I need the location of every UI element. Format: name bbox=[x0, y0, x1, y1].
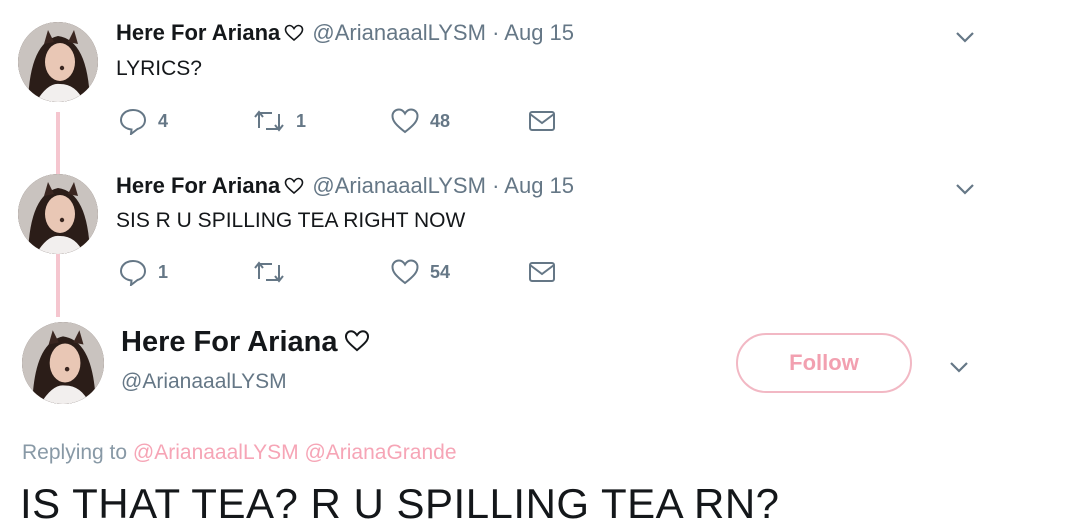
display-name[interactable]: Here For Ariana bbox=[116, 20, 280, 45]
retweet-button[interactable] bbox=[252, 257, 296, 287]
retweet-icon bbox=[254, 110, 284, 132]
reply-button[interactable]: 4 bbox=[118, 106, 168, 136]
chevron-down-icon[interactable] bbox=[954, 182, 976, 196]
tweet-header: Here For Ariana @ArianaaalLYSM · Aug 15 bbox=[116, 173, 574, 199]
separator-dot: · bbox=[492, 173, 500, 198]
mention-link[interactable]: @ArianaaalLYSM bbox=[133, 441, 299, 464]
tweet-date[interactable]: Aug 15 bbox=[504, 20, 574, 45]
heart-icon bbox=[391, 108, 419, 134]
retweet-button[interactable]: 1 bbox=[252, 106, 306, 136]
mention-link[interactable]: @ArianaGrande bbox=[304, 441, 456, 464]
heart-icon bbox=[391, 259, 419, 285]
reply-count: 4 bbox=[158, 110, 169, 131]
separator-dot: · bbox=[492, 20, 500, 45]
tweet-actions: 4 1 48 bbox=[118, 106, 558, 136]
replying-to: Replying to @ArianaaalLYSM @ArianaGrande bbox=[22, 441, 457, 465]
retweet-icon bbox=[254, 261, 284, 283]
tweet-date[interactable]: Aug 15 bbox=[504, 173, 574, 198]
avatar-image bbox=[18, 174, 98, 254]
like-button[interactable]: 48 bbox=[390, 106, 450, 136]
reply-button[interactable]: 1 bbox=[118, 257, 168, 287]
display-name[interactable]: Here For Ariana bbox=[116, 173, 280, 198]
tweet-header: Here For Ariana @ArianaaalLYSM · Aug 15 bbox=[116, 20, 574, 46]
like-button[interactable]: 54 bbox=[390, 257, 450, 287]
user-handle[interactable]: @ArianaaalLYSM bbox=[312, 173, 486, 198]
heart-emoji-icon bbox=[344, 328, 370, 352]
display-name[interactable]: Here For Ariana bbox=[121, 326, 370, 359]
avatar[interactable] bbox=[18, 22, 98, 102]
avatar-image bbox=[22, 322, 104, 404]
replying-label: Replying to bbox=[22, 441, 128, 464]
like-count: 48 bbox=[430, 110, 451, 131]
tweet-actions: 1 54 bbox=[118, 257, 558, 287]
chevron-down-icon[interactable] bbox=[948, 360, 970, 374]
direct-message-button[interactable] bbox=[528, 257, 556, 287]
tweet-text: IS THAT TEA? R U SPILLING TEA RN? bbox=[20, 480, 780, 527]
direct-message-button[interactable] bbox=[528, 106, 556, 136]
avatar[interactable] bbox=[18, 174, 98, 254]
display-name-text: Here For Ariana bbox=[121, 326, 338, 358]
avatar-image bbox=[18, 22, 98, 102]
chevron-down-icon[interactable] bbox=[954, 30, 976, 44]
follow-button[interactable]: Follow bbox=[736, 333, 912, 393]
reply-count: 1 bbox=[158, 261, 169, 282]
envelope-icon bbox=[529, 262, 555, 282]
envelope-icon bbox=[529, 111, 555, 131]
avatar[interactable] bbox=[22, 322, 104, 404]
retweet-count: 1 bbox=[296, 110, 307, 131]
reply-icon bbox=[119, 108, 147, 135]
like-count: 54 bbox=[430, 261, 451, 282]
tweet-text: LYRICS? bbox=[116, 57, 202, 80]
heart-emoji-icon bbox=[284, 175, 304, 195]
reply-icon bbox=[119, 259, 147, 286]
user-handle[interactable]: @ArianaaalLYSM bbox=[312, 20, 486, 45]
user-handle[interactable]: @ArianaaalLYSM bbox=[121, 370, 287, 394]
tweet-text: SIS R U SPILLING TEA RIGHT NOW bbox=[116, 209, 466, 232]
heart-emoji-icon bbox=[284, 22, 304, 42]
